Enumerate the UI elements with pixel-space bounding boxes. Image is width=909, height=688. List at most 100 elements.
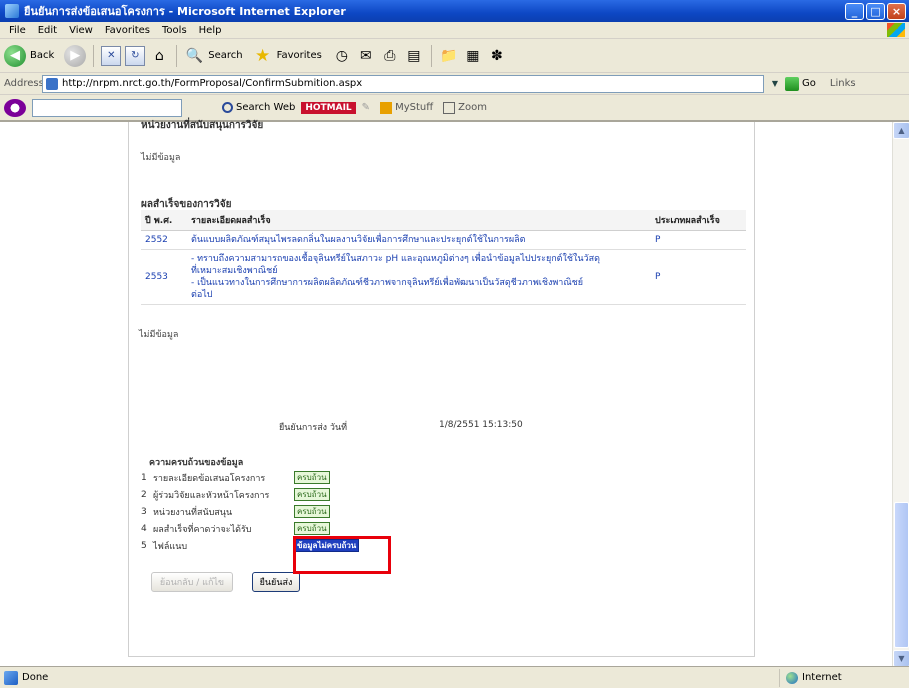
favorites-button-label[interactable]: Favorites	[277, 50, 322, 61]
menu-favorites[interactable]: Favorites	[99, 25, 156, 36]
mystuff-button[interactable]: MyStuff	[380, 101, 433, 114]
windows-logo-icon	[887, 23, 905, 37]
menu-view[interactable]: View	[63, 25, 99, 36]
back-edit-button[interactable]: ย้อนกลับ / แก้ไข	[151, 572, 233, 592]
refresh-icon[interactable]: ↻	[125, 45, 146, 66]
print-icon[interactable]: ⎙	[380, 46, 400, 66]
detail-line[interactable]: ต่อไป	[191, 289, 647, 301]
status-badge[interactable]: ครบถ้วน	[294, 505, 330, 518]
status-badge[interactable]: ครบถ้วน	[294, 471, 330, 484]
checklist-item: 3 หน่วยงานที่สนับสนุน ครบถ้วน	[141, 503, 441, 520]
cell-year[interactable]: 2552	[141, 230, 187, 250]
checklist-label: ผู้ร่วมวิจัยและหัวหน้าโครงการ	[153, 490, 270, 501]
mystuff-label[interactable]: MyStuff	[395, 102, 433, 113]
messenger-icon[interactable]: ✽	[487, 46, 507, 66]
mail-icon[interactable]: ✉	[356, 46, 376, 66]
submit-date-value: 1/8/2551 15:13:50	[439, 420, 523, 430]
ie-icon	[5, 4, 19, 18]
supporting-agency-heading: หน่วยงานที่สนับสนุนการวิจัย	[141, 120, 264, 131]
folder-icon[interactable]: 📁	[439, 46, 459, 66]
attachment-remark: ไม่มีข้อมูล	[139, 330, 179, 340]
checklist-item: 1 รายละเอียดข้อเสนอโครงการ ครบถ้วน	[141, 469, 441, 486]
history-icon[interactable]: ◷	[332, 46, 352, 66]
status-badge[interactable]: ครบถ้วน	[294, 488, 330, 501]
table-row: 2552 ต้นแบบผลิตภัณฑ์สมุนไพรลดกลิ่นในผลงา…	[141, 230, 746, 250]
back-arrow-icon[interactable]: ◀	[4, 44, 26, 67]
back-button-label[interactable]: Back	[30, 50, 54, 61]
forward-arrow-icon[interactable]: ▶	[64, 44, 87, 67]
links-button[interactable]: Links	[830, 78, 856, 89]
maximize-button[interactable]: □	[866, 2, 885, 20]
toolbar-search-input[interactable]	[32, 98, 182, 117]
cell-type[interactable]: P	[651, 230, 746, 250]
menu-bar: File Edit View Favorites Tools Help	[0, 22, 909, 39]
status-badge[interactable]: ครบถ้วน	[294, 522, 330, 535]
column-header-detail: รายละเอียดผลสำเร็จ	[187, 210, 651, 231]
menu-edit[interactable]: Edit	[32, 25, 63, 36]
detail-line[interactable]: - เป็นแนวทางในการศึกษาการผลิตผลิตภัณฑ์ชี…	[191, 277, 647, 289]
address-label: Address	[4, 78, 44, 89]
discuss-icon[interactable]: ▦	[463, 46, 483, 66]
menu-file[interactable]: File	[3, 25, 32, 36]
standard-toolbar: ◀ Back ▶ ✕ ↻ ⌂ 🔍 Search ★ Favorites ◷ ✉ …	[0, 39, 909, 73]
checklist-item: 4 ผลสำเร็จที่คาดว่าจะได้รับ ครบถ้วน	[141, 520, 441, 537]
toolbar-divider	[430, 44, 432, 67]
zone-label: Internet	[802, 672, 842, 683]
address-dropdown-icon[interactable]: ▼	[768, 76, 782, 92]
detail-line[interactable]: ต้นแบบผลิตภัณฑ์สมุนไพรลดกลิ่นในผลงานวิจั…	[191, 234, 647, 246]
page-icon	[46, 77, 58, 90]
checklist-label: หน่วยงานที่สนับสนุน	[153, 507, 233, 518]
window-title: ยืนยันการส่งข้อเสนอโครงการ - Microsoft I…	[24, 5, 346, 18]
status-bar: Done Internet	[0, 666, 909, 688]
completeness-checklist: 1 รายละเอียดข้อเสนอโครงการ ครบถ้วน 2 ผู้…	[141, 469, 441, 554]
results-table: ปี พ.ศ. รายละเอียดผลสำเร็จ ประเภทผลสำเร็…	[141, 210, 746, 305]
table-header-row: ปี พ.ศ. รายละเอียดผลสำเร็จ ประเภทผลสำเร็…	[141, 210, 746, 231]
menu-tools[interactable]: Tools	[156, 25, 193, 36]
address-bar: Address http://nrpm.nrct.go.th/FormPropo…	[0, 73, 909, 95]
stop-icon[interactable]: ✕	[101, 45, 122, 66]
cell-detail[interactable]: ต้นแบบผลิตภัณฑ์สมุนไพรลดกลิ่นในผลงานวิจั…	[187, 230, 651, 250]
title-bar: ยืนยันการส่งข้อเสนอโครงการ - Microsoft I…	[0, 0, 909, 22]
scroll-up-icon[interactable]: ▲	[893, 122, 909, 139]
checklist-number: 3	[141, 506, 147, 517]
cell-year[interactable]: 2553	[141, 249, 187, 305]
cell-type[interactable]: P	[651, 249, 746, 305]
magnifier-icon	[222, 102, 233, 113]
completeness-heading: ความครบถ้วนของข้อมูล	[149, 458, 244, 468]
scroll-thumb[interactable]	[894, 502, 909, 648]
search-web-button[interactable]: Search Web	[222, 102, 295, 113]
highlight-annotation	[293, 536, 391, 574]
zoom-icon	[443, 101, 456, 114]
close-button[interactable]: ×	[887, 2, 906, 20]
content-panel: หน่วยงานที่สนับสนุนการวิจัย ไม่มีข้อมูล …	[128, 120, 755, 657]
submit-date-label: ยืนยันการส่ง วันที่	[279, 423, 348, 433]
detail-line[interactable]: ที่เหมาะสมเชิงพาณิชย์	[191, 265, 647, 277]
home-icon[interactable]: ⌂	[149, 46, 169, 66]
checklist-label: ผลสำเร็จที่คาดว่าจะได้รับ	[153, 524, 252, 535]
zoom-label[interactable]: Zoom	[458, 102, 487, 113]
zoom-button[interactable]: Zoom	[443, 101, 487, 114]
go-button-label[interactable]: Go	[802, 78, 816, 89]
search-button-label[interactable]: Search	[208, 50, 242, 61]
scroll-down-icon[interactable]: ▼	[893, 650, 909, 667]
pen-icon[interactable]: ✎	[362, 102, 370, 113]
checklist-item: 2 ผู้ร่วมวิจัยและหัวหน้าโครงการ ครบถ้วน	[141, 486, 441, 503]
edit-icon[interactable]: ▤	[404, 46, 424, 66]
search-web-label[interactable]: Search Web	[236, 102, 295, 113]
cell-detail[interactable]: - ทราบถึงความสามารถของเชื้อจุลินทรีย์ในส…	[187, 249, 651, 305]
menu-help[interactable]: Help	[193, 25, 228, 36]
address-url[interactable]: http://nrpm.nrct.go.th/FormProposal/Conf…	[62, 78, 362, 89]
checklist-number: 2	[141, 489, 147, 500]
status-text: Done	[22, 672, 49, 683]
detail-line[interactable]: - ทราบถึงความสามารถของเชื้อจุลินทรีย์ในส…	[191, 253, 647, 265]
search-icon[interactable]: 🔍	[184, 46, 204, 66]
vertical-scrollbar[interactable]: ▲ ▼	[892, 122, 909, 667]
favorites-star-icon[interactable]: ★	[253, 46, 273, 66]
confirm-submit-button[interactable]: ยืนยันส่ง	[252, 572, 300, 592]
go-arrow-icon[interactable]	[785, 76, 799, 91]
address-input[interactable]: http://nrpm.nrct.go.th/FormProposal/Conf…	[42, 74, 764, 93]
toolbar-logo-icon[interactable]	[4, 98, 26, 117]
minimize-button[interactable]: _	[845, 2, 864, 20]
brand-badge[interactable]: HOTMAIL	[301, 101, 356, 114]
checklist-item: 5 ไฟล์แนบ ข้อมูลไม่ครบถ้วน	[141, 537, 441, 554]
